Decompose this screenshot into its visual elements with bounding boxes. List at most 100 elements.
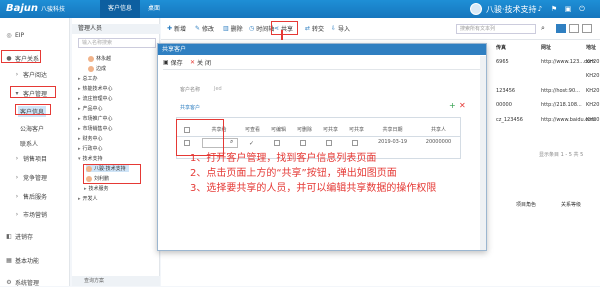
tree-node[interactable]: ▸ 流庄管理中心 [78, 95, 113, 103]
globe-icon: ◎ [6, 31, 12, 39]
edit-icon: ✎ [195, 25, 201, 32]
tab-desktop[interactable]: 桌面 [140, 0, 168, 18]
tree-node[interactable]: ▸ 市场销售中心 [78, 125, 113, 133]
col-header: 可共享 [348, 127, 364, 133]
tree-node[interactable]: ▸ 行政中心 [78, 145, 103, 153]
tab-customer-info[interactable]: 客户信息 [100, 0, 141, 18]
tree-node[interactable]: ▸ 技术服务 [84, 185, 109, 193]
col-header: 可删除 [296, 127, 312, 133]
cell: 6965 [496, 59, 509, 65]
person-icon [86, 175, 92, 182]
clock-icon: ◷ [249, 25, 255, 32]
delete-button[interactable]: ▥ 删除 [223, 24, 243, 33]
instruction-line: 3、选择要共享的人员，并可以编辑共享数据的操作权限 [190, 183, 437, 194]
close-button[interactable]: ✕ 关 闭 [190, 58, 211, 67]
user-name: 八骏·技术支持 [486, 4, 537, 14]
cell: KH20 [586, 59, 600, 65]
avatar [470, 3, 482, 15]
cell: KH20 [586, 117, 600, 123]
remove-row-icon[interactable]: ✕ [459, 101, 466, 110]
divider [163, 69, 481, 70]
grid-view-icon[interactable] [569, 24, 579, 33]
view-permission-check[interactable]: ✓ [249, 140, 254, 147]
transfer-button[interactable]: ⇄ 转交 [305, 24, 324, 33]
reshare-permission-checkbox[interactable] [352, 140, 358, 148]
share-date: 2019-03-19 [377, 139, 408, 145]
sidebar-item-after-sales[interactable]: › 售后服务 [14, 192, 47, 201]
tree-node[interactable]: 边成 [88, 65, 106, 72]
delete-permission-checkbox[interactable] [300, 140, 306, 148]
customer-name-label: 客户名称 [180, 87, 201, 93]
cell: KH20 [586, 73, 600, 79]
edit-button[interactable]: ✎ 修改 [195, 24, 214, 33]
share-permission-checkbox[interactable] [326, 140, 332, 148]
search-input[interactable]: 搜索所有文本列 [456, 24, 536, 34]
tree-node[interactable]: ▸ 产品中心 [78, 105, 103, 113]
col-header: 项目角色 [516, 202, 537, 208]
col-header: 网址 [541, 45, 552, 51]
top-bar: Bajun 八骏科技 客户信息 桌面 八骏·技术支持 ♪ ⚑ ▣ ⏻ [0, 0, 600, 18]
power-icon[interactable]: ⏻ [578, 5, 586, 13]
main-sidebar: ◎ EIP ● 客户关系 › 客户阅达 ▾ 客户管理 客户信息 公海客户 联系人 › 销售… [0, 18, 70, 287]
grid-icon: ▦ [6, 256, 12, 264]
card-view-icon[interactable] [582, 24, 592, 33]
sidebar-item-public-pool[interactable]: 公海客户 [20, 124, 44, 133]
cell: http://218.108... [541, 102, 582, 108]
sidebar-item-contacts[interactable]: 联系人 [20, 139, 38, 148]
tree-node[interactable]: ▸ 市场推广中心 [78, 115, 113, 123]
cell: 123456 [496, 88, 516, 94]
tree-search-input[interactable]: 输入名称搜索 [78, 38, 156, 48]
add-row-icon[interactable]: + [449, 101, 456, 110]
sidebar-item-marketing[interactable]: › 市场营销 [14, 210, 47, 219]
sidebar-item-eip[interactable]: ◎ EIP [6, 32, 24, 39]
tree-node[interactable]: ▸ 开发人 [78, 195, 98, 203]
tree-node[interactable]: ▸ 财务中心 [78, 135, 103, 143]
lock-icon[interactable]: ▣ [564, 5, 572, 13]
cell: 00000 [496, 102, 512, 108]
transfer-icon: ⇄ [305, 25, 311, 32]
sidebar-item-competition[interactable]: › 竞争管理 [14, 173, 47, 182]
plus-icon: ✚ [167, 25, 173, 32]
sidebar-item-inventory[interactable]: ◧ 进销存 [6, 232, 33, 241]
tree-node[interactable]: 林永越 [88, 55, 111, 62]
cell: cz_123456 [496, 117, 523, 123]
save-button[interactable]: ▣ 保存 [163, 58, 183, 67]
user-menu[interactable]: 八骏·技术支持 [470, 2, 537, 16]
alert-icon[interactable]: ⚑ [550, 5, 558, 13]
save-icon: ▣ [163, 59, 169, 66]
dialog-title: 共享客户 [158, 44, 486, 55]
import-icon: ⇩ [331, 25, 337, 32]
highlight-customer-info [15, 104, 51, 115]
add-button[interactable]: ✚ 新增 [167, 24, 186, 33]
sidebar-item-basic[interactable]: ▦ 基本功能 [6, 256, 39, 265]
sidebar-item-sales-projects[interactable]: › 销售项目 [14, 154, 47, 163]
trash-icon: ▥ [223, 25, 229, 32]
customer-name-value: Jed [214, 86, 222, 92]
cart-icon: ◧ [6, 232, 12, 240]
search-icon[interactable]: ⌕ [541, 24, 545, 33]
edit-permission-checkbox[interactable] [274, 140, 280, 148]
section-label: 共享客户 [180, 105, 201, 111]
tree-node[interactable]: 刘利鹏 [86, 175, 109, 182]
bell-icon[interactable]: ♪ [536, 5, 544, 13]
col-header: 可查看 [244, 127, 260, 133]
query-scheme[interactable]: 查询方案 [72, 276, 160, 286]
highlight-customer-mgmt [10, 86, 56, 98]
share-customer-dialog: 共享客户 ▣ 保存 ✕ 关 闭 客户名称 Jed 共享客户 + ✕ 共享给 可查看 … [157, 43, 487, 251]
sidebar-item-customer-read[interactable]: › 客户阅达 [14, 70, 47, 79]
dialog-scrollbar[interactable] [480, 56, 486, 250]
org-tree-panel: 管理人员 输入名称搜索 林永越 边成 ▸ 总工办 ▸ 热能技术中心 ▸ 流庄管理中心 … [72, 18, 160, 286]
tree-node[interactable]: ▸ 热能技术中心 [78, 85, 113, 93]
import-button[interactable]: ⇩ 导入 [331, 24, 350, 33]
list-view-icon[interactable] [556, 24, 566, 33]
highlight-crm [1, 50, 41, 63]
instruction-line: 1、打开客户管理，找到客户信息列表页面 [190, 153, 377, 164]
instruction-annotation: 1、打开客户管理，找到客户信息列表页面 2、点击页面上方的“共享”按钮，弹出如图… [190, 151, 436, 196]
col-header: 关系等级 [561, 202, 582, 208]
col-header: 共享人 [430, 127, 446, 133]
close-icon: ✕ [190, 59, 196, 66]
tree-node[interactable]: ▾ 技术支持 [78, 155, 103, 163]
toolbar: ✚ 新增 ✎ 修改 ▥ 删除 ◷ 时间轴 ⋖ 共享 ⇄ 转交 ⇩ 导入 搜索所有文本列 ⌕ [161, 18, 600, 40]
tree-node[interactable]: ▸ 总工办 [78, 75, 98, 83]
search-icon[interactable]: ⌕ [230, 138, 233, 146]
